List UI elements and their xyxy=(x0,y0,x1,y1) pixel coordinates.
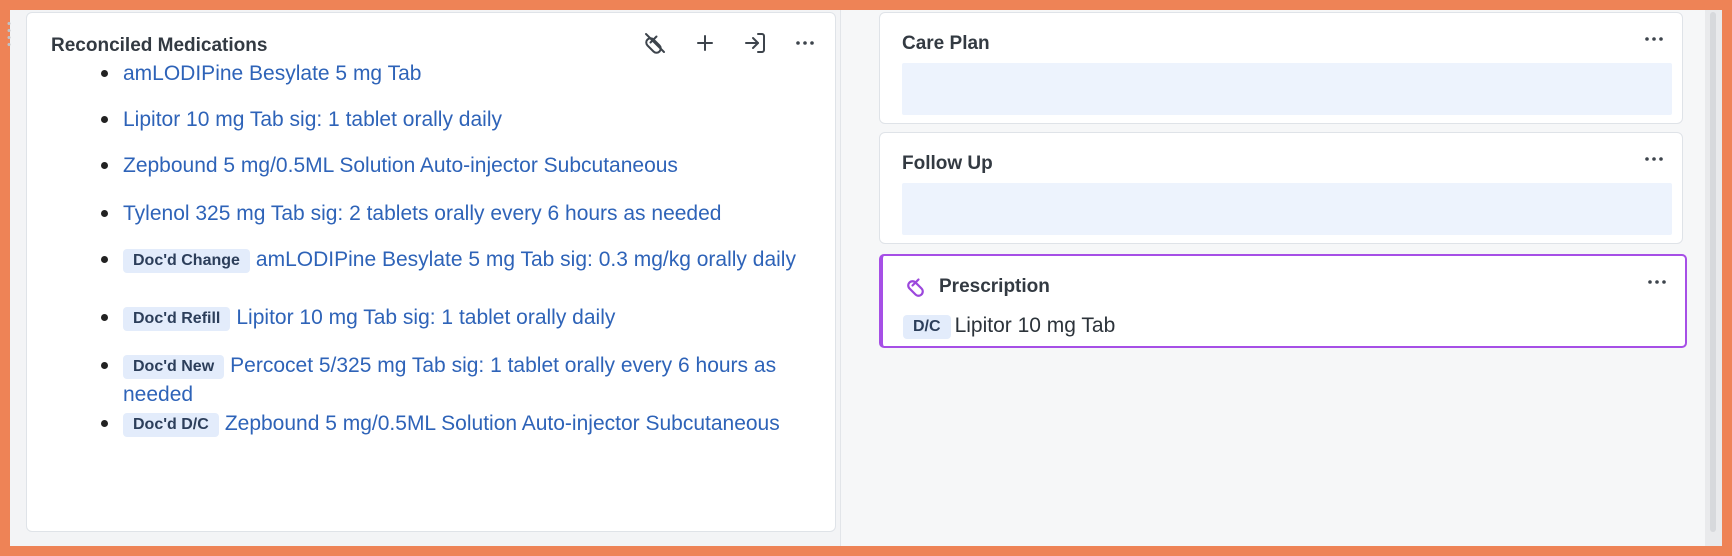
prescription-card: Prescription D/C Lipitor 10 mg Tab xyxy=(879,254,1687,348)
medication-item[interactable]: Doc'd Refill Lipitor 10 mg Tab sig: 1 tab… xyxy=(101,303,823,332)
status-badge: D/C xyxy=(903,315,951,339)
medication-text[interactable]: amLODIPine Besylate 5 mg Tab sig: 0.3 mg… xyxy=(256,248,796,271)
medication-item[interactable]: Doc'd New Percocet 5/325 mg Tab sig: 1 ta… xyxy=(101,351,823,409)
drag-handle[interactable] xyxy=(6,20,12,48)
prescription-line: D/C Lipitor 10 mg Tab xyxy=(903,312,1115,340)
prescription-more-button[interactable] xyxy=(1641,272,1673,296)
follow-up-title: Follow Up xyxy=(902,153,993,174)
medication-item[interactable]: Doc'd D/C Zepbound 5 mg/0.5ML Solution Au… xyxy=(101,409,823,438)
follow-up-card: Follow Up xyxy=(879,132,1683,244)
follow-up-field[interactable] xyxy=(902,183,1672,235)
medication-item[interactable]: Doc'd Change amLODIPine Besylate 5 mg Tab… xyxy=(101,245,823,274)
status-badge: Doc'd New xyxy=(123,355,225,379)
medication-item[interactable]: Tylenol 325 mg Tab sig: 2 tablets orally… xyxy=(101,199,823,228)
medication-list: amLODIPine Besylate 5 mg Tab Lipitor 10 … xyxy=(27,13,835,531)
follow-up-more-button[interactable] xyxy=(1638,149,1670,173)
care-plan-title: Care Plan xyxy=(902,33,990,54)
medication-text[interactable]: Tylenol 325 mg Tab sig: 2 tablets orally… xyxy=(123,202,721,225)
more-horizontal-icon xyxy=(1645,270,1669,299)
more-horizontal-icon xyxy=(1642,147,1666,176)
status-badge: Doc'd D/C xyxy=(123,413,219,437)
right-column: Care Plan Follow Up Prescription D/C Lip… xyxy=(841,10,1705,546)
medication-item[interactable]: amLODIPine Besylate 5 mg Tab xyxy=(101,59,823,88)
medication-text[interactable]: Zepbound 5 mg/0.5ML Solution Auto-inject… xyxy=(123,154,678,177)
prescription-title: Prescription xyxy=(939,276,1050,297)
care-plan-card: Care Plan xyxy=(879,12,1683,124)
medication-item[interactable]: Lipitor 10 mg Tab sig: 1 tablet orally d… xyxy=(101,105,823,134)
care-plan-field[interactable] xyxy=(902,63,1672,115)
care-plan-more-button[interactable] xyxy=(1638,29,1670,53)
medication-text[interactable]: Lipitor 10 mg Tab sig: 1 tablet orally d… xyxy=(123,108,502,131)
more-horizontal-icon xyxy=(1642,27,1666,56)
left-panel: Reconciled Medications amLODIPine Besyla… xyxy=(10,10,840,546)
reconciled-medications-card: Reconciled Medications amLODIPine Besyla… xyxy=(26,12,836,532)
status-badge: Doc'd Refill xyxy=(123,307,231,331)
medication-item[interactable]: Zepbound 5 mg/0.5ML Solution Auto-inject… xyxy=(101,151,823,180)
medication-text[interactable]: amLODIPine Besylate 5 mg Tab xyxy=(123,62,421,85)
prescription-text: Lipitor 10 mg Tab xyxy=(954,314,1116,337)
medication-text[interactable]: Zepbound 5 mg/0.5ML Solution Auto-inject… xyxy=(225,412,780,435)
scrollbar-thumb[interactable] xyxy=(1710,12,1716,532)
pill-icon xyxy=(905,274,929,298)
medication-text[interactable]: Lipitor 10 mg Tab sig: 1 tablet orally d… xyxy=(236,306,615,329)
status-badge: Doc'd Change xyxy=(123,249,250,273)
